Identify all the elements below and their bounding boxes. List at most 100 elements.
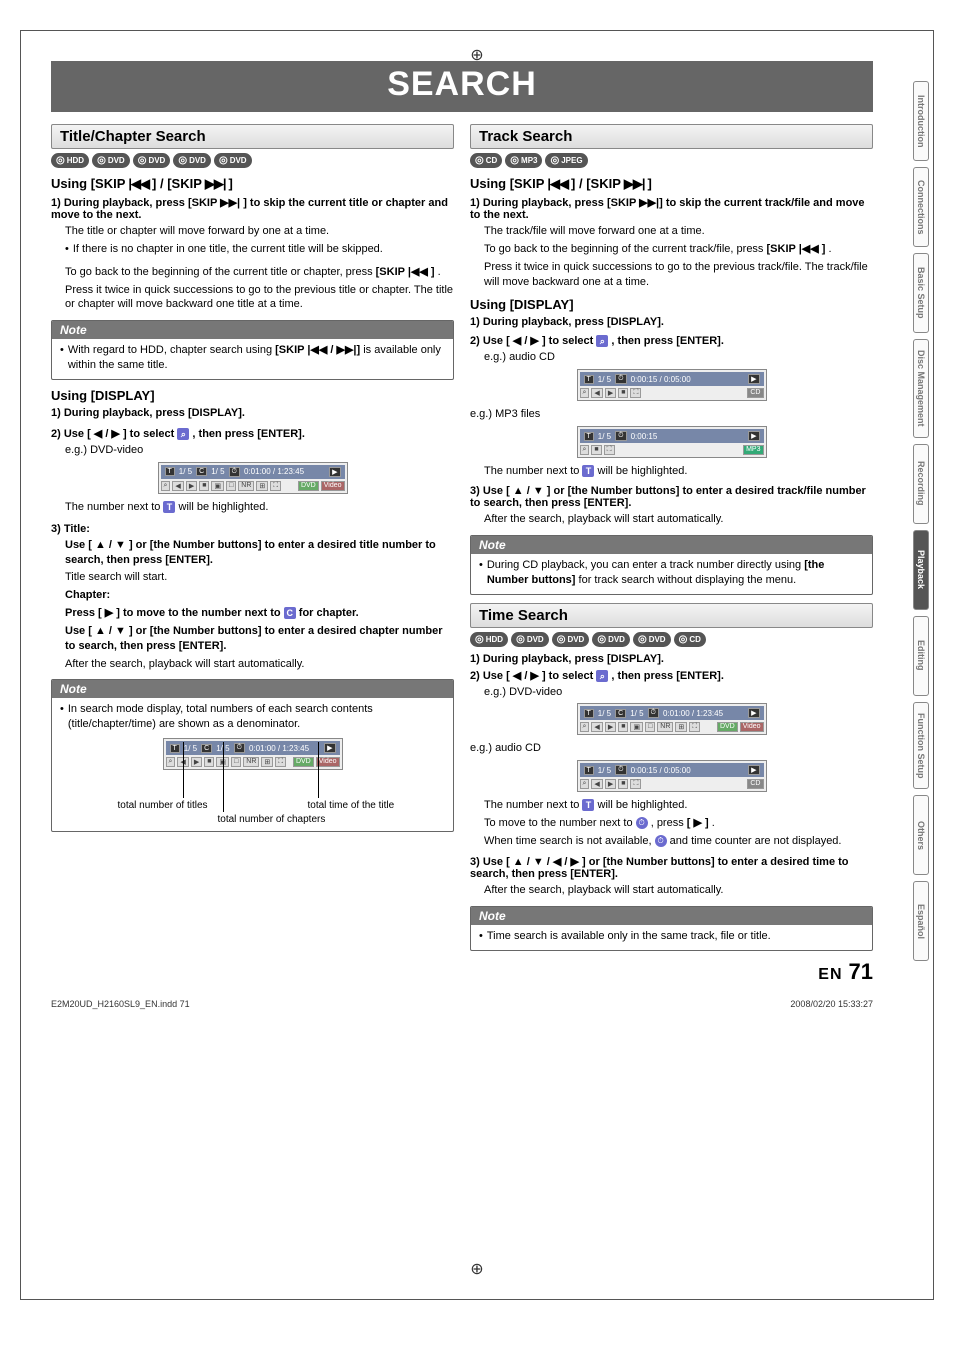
side-tab-connections[interactable]: Connections <box>913 167 929 247</box>
footer: E2M20UD_H2160SL9_EN.indd 71 ⊕ 2008/02/20… <box>51 999 873 1009</box>
title-chapter-search-heading: Title/Chapter Search <box>51 124 454 149</box>
note-box: Note During CD playback, you can enter a… <box>470 535 873 595</box>
osd-example: T 1/ 5 C 1/ 5 ⏱ 0:01:00 / 1:23:45 ▶ ⌕◀▶■… <box>158 462 348 494</box>
time-value: 0:00:15 / 0:05:00 <box>631 375 691 384</box>
disc-icon: HDD <box>470 632 508 647</box>
side-tab-playback[interactable]: Playback <box>913 530 929 610</box>
note-text: Time search is available only in the sam… <box>487 929 771 944</box>
diagram-label: total number of chapters <box>218 814 326 826</box>
osd-example: T1/ 5⏱0:00:15 / 0:05:00▶ ⌕◀▶■⛶CD <box>577 369 767 401</box>
title-count: 1/ 5 <box>184 744 197 753</box>
body-text: Press it twice in quick successions to g… <box>484 260 873 290</box>
footer-right: 2008/02/20 15:33:27 <box>790 999 873 1009</box>
chapter-count: 1/ 5 <box>211 467 224 476</box>
side-tab-others[interactable]: Others <box>913 795 929 875</box>
step-number: 3) <box>470 485 480 497</box>
badge: MP3 <box>743 445 763 455</box>
text: and time counter are not displayed. <box>670 835 842 847</box>
page-title: SEARCH <box>51 61 873 112</box>
text: The number next to <box>484 465 582 477</box>
step-number: 2) <box>470 670 480 682</box>
using-display-heading: Using [DISPLAY] <box>470 297 873 312</box>
side-tab-espanol[interactable]: Español <box>913 881 929 961</box>
disc-icon: JPEG <box>545 153 587 168</box>
note-title: Note <box>471 536 872 554</box>
step-1: 1) During playback, press [DISPLAY]. <box>51 407 454 419</box>
disc-icon: DVD <box>133 153 171 168</box>
disc-icon: HDD <box>51 153 89 168</box>
title-count: 1/ 5 <box>598 709 611 718</box>
time-value: 0:00:15 / 0:05:00 <box>631 766 691 775</box>
step-2: 2) Use [ ◀ / ▶ ] to select ⌕ , then pres… <box>470 669 873 682</box>
clock-icon: ⏱ <box>655 835 667 847</box>
manual-page: ⊕ SEARCH Title/Chapter Search HDD DVD DV… <box>20 30 934 1300</box>
badge: Video <box>740 722 764 732</box>
clock-icon: ⏱ <box>636 817 648 829</box>
text: To go back to the beginning of the curre… <box>484 243 767 255</box>
track-count: 1/ 5 <box>598 375 611 384</box>
footer-left: E2M20UD_H2160SL9_EN.indd 71 <box>51 999 190 1009</box>
note-body: In search mode display, total numbers of… <box>52 698 453 831</box>
step-text: During playback, press [DISPLAY]. <box>483 653 664 665</box>
text: . <box>438 266 441 278</box>
step-text: During playback, press [SKIP ▶▶| ] to sk… <box>51 197 448 221</box>
track-count: 1/ 5 <box>598 766 611 775</box>
diagram-label: total number of titles <box>118 800 208 812</box>
note-body: With regard to HDD, chapter search using… <box>52 339 453 379</box>
body-text: To go back to the beginning of the curre… <box>484 242 873 257</box>
body-text: The number next to T will be highlighted… <box>65 500 454 515</box>
text: ] / [SKIP <box>152 176 202 191</box>
text: [SKIP |◀◀ ] <box>767 243 826 255</box>
content-columns: Title/Chapter Search HDD DVD DVD DVD DVD… <box>51 118 873 985</box>
body-text: The track/file will move forward one at … <box>484 224 873 239</box>
page-lang: EN <box>818 966 842 984</box>
disc-icon: DVD <box>552 632 590 647</box>
osd-example: T1/ 5⏱0:00:15▶ ⌕■⛶MP3 <box>577 426 767 458</box>
step-text: During playback, press [SKIP ▶▶|] to ski… <box>470 197 865 221</box>
text: Using [SKIP <box>470 176 544 191</box>
body-text: After the search, playback will start au… <box>484 512 873 527</box>
time-value: 0:01:00 / 1:23:45 <box>244 467 304 476</box>
play-chip: ▶ <box>329 467 340 477</box>
step-number: 1) <box>51 407 61 419</box>
side-tab-function-setup[interactable]: Function Setup <box>913 702 929 790</box>
clock-chip: ⏱ <box>229 467 240 477</box>
time-value: 0:01:00 / 1:23:45 <box>249 744 309 753</box>
eg-label: e.g.) audio CD <box>470 741 873 756</box>
step-1: 1) During playback, press [SKIP ▶▶|] to … <box>470 196 873 221</box>
side-tab-basic-setup[interactable]: Basic Setup <box>913 253 929 333</box>
step-number: 3) <box>470 856 480 868</box>
side-tab-introduction[interactable]: Introduction <box>913 81 929 161</box>
text: To move to the number next to <box>484 817 636 829</box>
side-tab-editing[interactable]: Editing <box>913 616 929 696</box>
step-2: 2) Use [ ◀ / ▶ ] to select ⌕ , then pres… <box>470 334 873 347</box>
text: Press [ ▶ ] to move to the number next t… <box>65 607 284 619</box>
step-1: 1) During playback, press [DISPLAY]. <box>470 316 873 328</box>
step-text: Use [ ▲ / ▼ / ◀ / ▶ ] or [the Number but… <box>470 856 849 880</box>
step-text: Use [ ◀ / ▶ ] to select ⌕ , then press [… <box>483 670 724 682</box>
text: , then press [ENTER]. <box>192 428 304 440</box>
side-tab-disc-management[interactable]: Disc Management <box>913 339 929 438</box>
text: ] / [SKIP <box>571 176 621 191</box>
note-text: In search mode display, total numbers of… <box>68 702 445 732</box>
eg-label: e.g.) MP3 files <box>470 407 873 422</box>
c-chip: C <box>196 467 207 476</box>
disc-icon: MP3 <box>505 153 542 168</box>
diagram-label: total time of the title <box>308 800 395 812</box>
text: The number next to <box>484 799 582 811</box>
osd-bar: T 1/ 5 C 1/ 5 ⏱ 0:01:00 / 1:23:45 ▶ <box>161 465 345 479</box>
skip-prev-icon: |◀◀ <box>547 176 568 192</box>
time-value: 0:01:00 / 1:23:45 <box>663 709 723 718</box>
osd-example: T1/ 5⏱0:00:15 / 0:05:00▶ ⌕◀▶■⛶CD <box>577 760 767 792</box>
text: ] <box>648 176 652 191</box>
text: for chapter. <box>299 607 359 619</box>
note-text: With regard to HDD, chapter search using… <box>68 343 445 373</box>
note-box: Note Time search is available only in th… <box>470 906 873 951</box>
time-value: 0:00:15 <box>631 432 658 441</box>
note-box: Note With regard to HDD, chapter search … <box>51 320 454 380</box>
disc-icon: DVD <box>173 153 211 168</box>
page-number: EN 71 <box>470 959 873 985</box>
side-tab-recording[interactable]: Recording <box>913 444 929 524</box>
step-number: 1) <box>470 316 480 328</box>
text: Use [ ◀ / ▶ ] to select <box>483 335 597 347</box>
